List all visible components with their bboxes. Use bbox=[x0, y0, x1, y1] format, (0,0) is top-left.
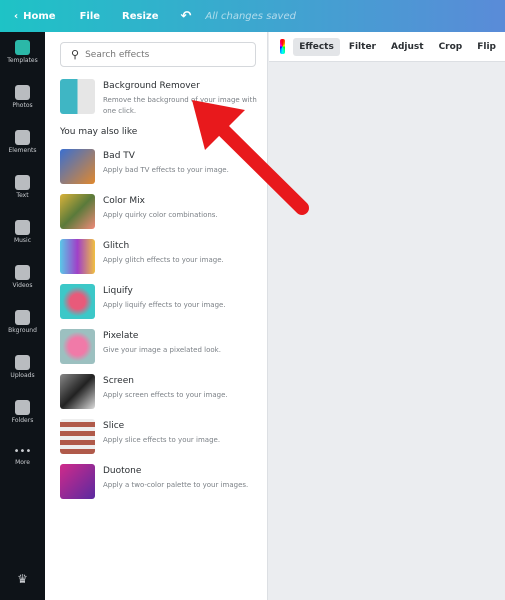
red-arrow-annotation bbox=[192, 100, 309, 215]
